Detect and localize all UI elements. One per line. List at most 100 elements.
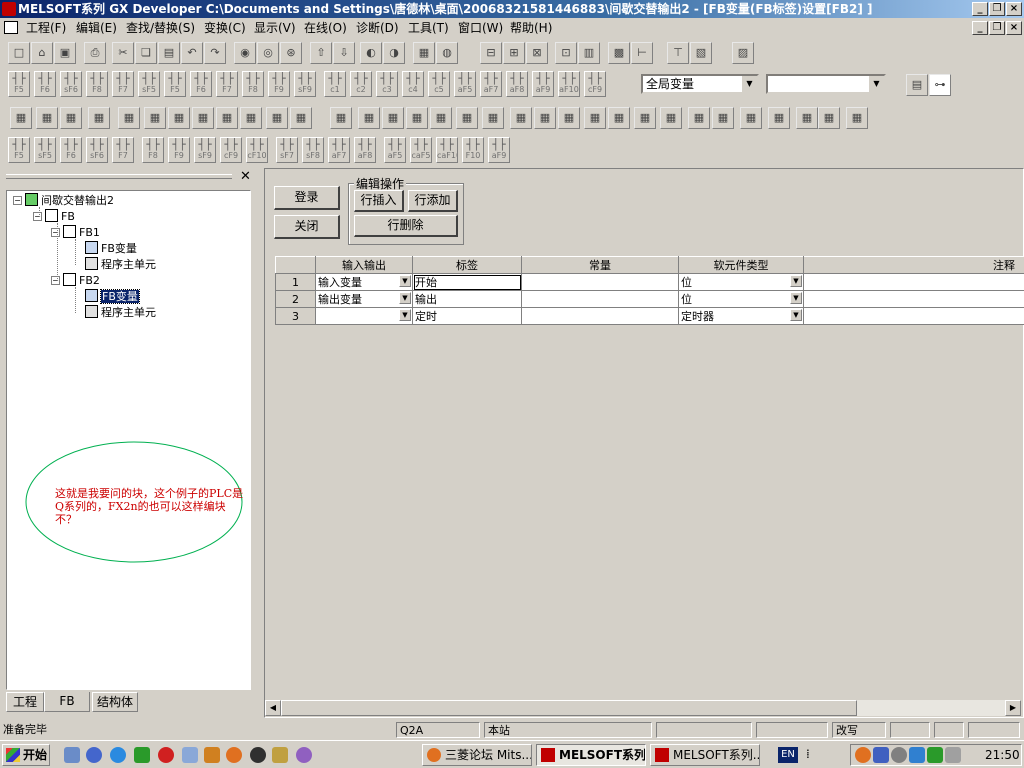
fkey-button-af10[interactable]: ┤├ aF10 <box>558 71 580 97</box>
edit-mode-icon[interactable]: ▦ <box>382 107 404 129</box>
col-insert-icon[interactable]: ▦ <box>796 107 818 129</box>
device-type-cell[interactable]: 位 ▼ <box>678 290 804 308</box>
chevron-down-icon[interactable]: ▼ <box>741 76 757 92</box>
menu-project[interactable]: 工程(F) <box>26 18 66 38</box>
device-type-cell[interactable]: 位 ▼ <box>678 273 804 291</box>
document-icon[interactable] <box>4 21 18 34</box>
fkey-button-f6[interactable]: ┤├ F6 <box>60 137 82 163</box>
mdi-restore-button[interactable]: ❐ <box>989 21 1005 35</box>
write-plc-icon[interactable]: ⇧ <box>310 42 332 64</box>
error-tool-icon[interactable]: ⊠ <box>526 42 548 64</box>
chevron-down-icon[interactable]: ▼ <box>399 309 411 321</box>
tree-node-fb1-prog[interactable]: 程序主单元 <box>85 257 156 273</box>
app-icon[interactable] <box>2 2 16 16</box>
device-type-cell[interactable]: 定时器 ▼ <box>678 307 804 325</box>
filter-select[interactable]: ▼ <box>766 74 886 94</box>
line-edit-icon[interactable]: ▦ <box>534 107 556 129</box>
copy-device-icon[interactable]: ▦ <box>740 107 762 129</box>
sfc-tool-icon[interactable]: ⊡ <box>555 42 577 64</box>
tab-fb[interactable]: FB <box>44 692 90 712</box>
document-app-icon[interactable] <box>182 747 198 763</box>
fkey-button-af7[interactable]: ┤├ aF7 <box>480 71 502 97</box>
fkey-button-af8[interactable]: ┤├ aF8 <box>354 137 376 163</box>
fkey-button-sf9[interactable]: ┤├ sF9 <box>294 71 316 97</box>
find-string-icon[interactable]: ▦ <box>60 107 82 129</box>
monitor-write-icon[interactable]: ▦ <box>456 107 478 129</box>
fkey-button-f9[interactable]: ┤├ F9 <box>268 71 290 97</box>
media-icon[interactable] <box>86 747 102 763</box>
statement-tool-icon[interactable]: ▧ <box>690 42 712 64</box>
row-insert-button[interactable]: 行插入 <box>354 190 404 212</box>
mdi-close-button[interactable]: × <box>1006 21 1022 35</box>
tree-node-fb2-prog[interactable]: 程序主单元 <box>85 305 156 321</box>
open-folder-icon[interactable]: ⌂ <box>31 42 53 64</box>
line-delete-icon[interactable]: ▦ <box>584 107 606 129</box>
clock[interactable]: 21:50 <box>985 748 1020 762</box>
io-cell[interactable]: 输出变量 ▼ <box>315 290 413 308</box>
column-header-device-type[interactable]: 软元件类型 <box>678 256 804 274</box>
fkey-button-sf7[interactable]: ┤├ sF7 <box>276 137 298 163</box>
register-button[interactable]: 登录 <box>274 186 340 210</box>
fkey-button-cf9[interactable]: ┤├ cF9 <box>584 71 606 97</box>
fkey-button-f7[interactable]: ┤├ F7 <box>216 71 238 97</box>
fkey-button-af8[interactable]: ┤├ aF8 <box>506 71 528 97</box>
fkey-button-f6[interactable]: ┤├ F6 <box>190 71 212 97</box>
tree-app-icon[interactable] <box>134 747 150 763</box>
row-delete-button[interactable]: 行删除 <box>354 215 458 237</box>
comment-cell[interactable] <box>803 307 1024 325</box>
delete-comment-icon[interactable]: ▦ <box>240 107 262 129</box>
parameter-tool-icon[interactable]: ▨ <box>732 42 754 64</box>
firefox-icon[interactable] <box>226 747 242 763</box>
menu-edit[interactable]: 编辑(E) <box>76 18 117 38</box>
task-melsoft-2[interactable]: MELSOFT系列... <box>650 744 760 766</box>
device-use-icon[interactable]: ▦ <box>168 107 190 129</box>
fkey-button-f6[interactable]: ┤├ F6 <box>34 71 56 97</box>
scroll-thumb[interactable] <box>281 700 857 716</box>
orb-app-icon[interactable] <box>296 747 312 763</box>
language-indicator[interactable]: EN <box>778 747 798 763</box>
copy-icon[interactable]: ❏ <box>135 42 157 64</box>
fkey-button-c4[interactable]: ┤├ c4 <box>402 71 424 97</box>
qq-icon[interactable] <box>250 747 266 763</box>
fkey-button-caf10[interactable]: ┤├caF10 <box>436 137 458 163</box>
ladder-comment-icon[interactable]: ▦ <box>216 107 238 129</box>
fkey-button-sf8[interactable]: ┤├ sF8 <box>302 137 324 163</box>
task-forum-browser[interactable]: 三菱论坛 Mits... <box>422 744 532 766</box>
scroll-right-arrow-icon[interactable]: ▶ <box>1005 700 1021 716</box>
tray-volume-icon[interactable] <box>945 747 961 763</box>
monitor-mode-icon[interactable]: ▦ <box>634 107 656 129</box>
comment-cell[interactable] <box>803 290 1024 308</box>
fkey-button-f10[interactable]: ┤├ F10 <box>462 137 484 163</box>
tray-antivirus-icon[interactable] <box>891 747 907 763</box>
close-dialog-button[interactable]: 关闭 <box>274 215 340 239</box>
fkey-button-sf5[interactable]: ┤├ sF5 <box>138 71 160 97</box>
fkey-button-caf5[interactable]: ┤├ caF5 <box>410 137 432 163</box>
fkey-button-sf6[interactable]: ┤├ sF6 <box>86 137 108 163</box>
fkey-button-c3[interactable]: ┤├ c3 <box>376 71 398 97</box>
close-button[interactable]: × <box>1006 2 1022 16</box>
fkey-button-c5[interactable]: ┤├ c5 <box>428 71 450 97</box>
task-melsoft-1[interactable]: MELSOFT系列... <box>536 744 646 766</box>
tree-node-root[interactable]: − 间歇交替输出2 <box>13 193 114 209</box>
print-preview-icon[interactable]: ▦ <box>266 107 288 129</box>
fkey-button-af9[interactable]: ┤├ aF9 <box>488 137 510 163</box>
fkey-button-af7[interactable]: ┤├ aF7 <box>328 137 350 163</box>
chevron-down-icon[interactable]: ▼ <box>399 292 411 304</box>
menu-window[interactable]: 窗口(W) <box>458 18 503 38</box>
io-cell[interactable]: ▼ <box>315 307 413 325</box>
chevron-down-icon[interactable]: ▼ <box>790 309 802 321</box>
menu-convert[interactable]: 变换(C) <box>204 18 246 38</box>
compare-icon[interactable]: ▦ <box>712 107 734 129</box>
constant-cell[interactable] <box>521 307 679 325</box>
col-move-icon[interactable]: ▦ <box>846 107 868 129</box>
column-header-constant[interactable]: 常量 <box>521 256 679 274</box>
fkey-button-f8[interactable]: ┤├ F8 <box>242 71 264 97</box>
device-batch-icon[interactable]: ▦ <box>192 107 214 129</box>
paste-icon[interactable]: ▤ <box>158 42 180 64</box>
label-cell[interactable]: 输出 <box>412 290 522 308</box>
label-cell[interactable]: 定时 <box>412 307 522 325</box>
fkey-button-sf6[interactable]: ┤├ sF6 <box>60 71 82 97</box>
fkey-button-f8[interactable]: ┤├ F8 <box>142 137 164 163</box>
find-instruction-icon[interactable]: ◎ <box>257 42 279 64</box>
fkey-button-cf9[interactable]: ┤├ cF9 <box>220 137 242 163</box>
